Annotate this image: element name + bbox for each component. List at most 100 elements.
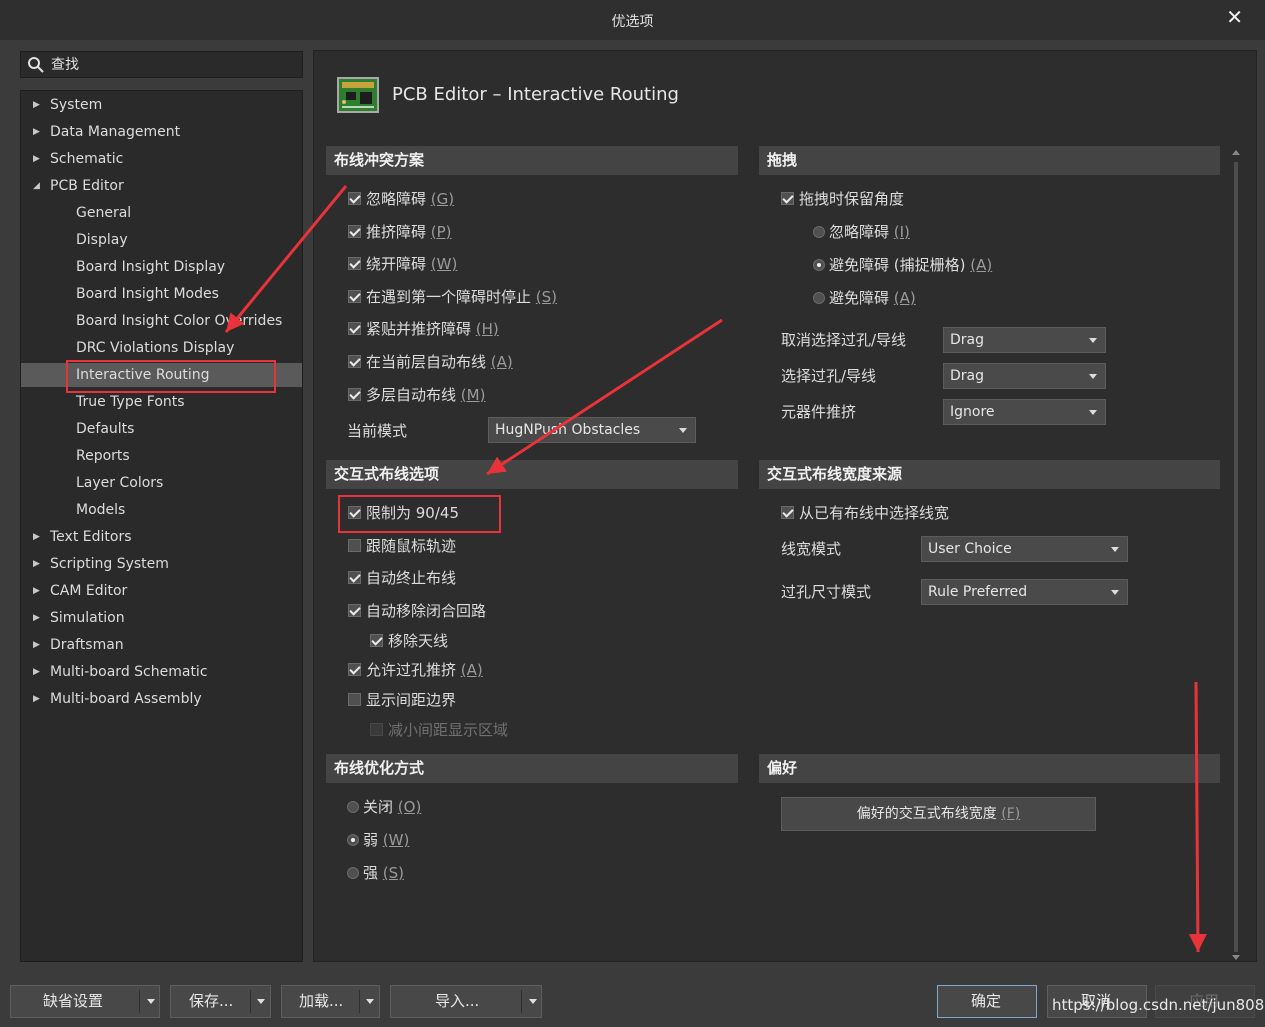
current-mode-label: 当前模式 <box>347 422 408 440</box>
dropdown-value: User Choice <box>928 541 1012 557</box>
option-shortcut: (A) <box>490 353 513 371</box>
option-checkbox[interactable]: 多层自动布线 (M) <box>348 384 485 406</box>
expand-arrow-icon[interactable]: ▶ <box>33 147 40 171</box>
close-icon[interactable]: ✕ <box>1226 5 1243 29</box>
option-checkbox[interactable]: 跟随鼠标轨迹 <box>348 535 456 557</box>
collapse-arrow-icon[interactable]: ◢ <box>33 174 40 198</box>
dropdown-select[interactable]: Ignore <box>943 399 1106 425</box>
option-label: 移除天线 <box>388 632 449 650</box>
tree-item[interactable]: Layer Colors <box>21 471 302 495</box>
tree-item[interactable]: Board Insight Modes <box>21 282 302 306</box>
separator <box>359 990 360 1013</box>
tree-item-label: True Type Fonts <box>76 394 185 410</box>
keep-angle-checkbox[interactable]: 拖拽时保留角度 <box>781 188 904 210</box>
option-checkbox[interactable]: 自动终止布线 <box>348 567 456 589</box>
option-radio[interactable]: 弱 (W) <box>347 829 409 851</box>
option-radio[interactable]: 强 (S) <box>347 862 404 884</box>
scroll-up-icon[interactable] <box>1232 150 1240 155</box>
expand-arrow-icon[interactable]: ▶ <box>33 579 40 603</box>
chevron-down-icon[interactable] <box>147 999 155 1004</box>
tree-item[interactable]: Reports <box>21 444 302 468</box>
option-shortcut: (I) <box>893 223 910 241</box>
option-checkbox[interactable]: 绕开障碍 (W) <box>348 253 457 275</box>
option-checkbox[interactable]: 在遇到第一个障碍时停止 (S) <box>348 286 557 308</box>
chevron-down-icon <box>1111 547 1119 552</box>
expand-arrow-icon[interactable]: ▶ <box>33 687 40 711</box>
option-radio[interactable]: 忽略障碍 (I) <box>813 221 910 243</box>
option-checkbox[interactable]: 自动移除闭合回路 <box>348 600 486 622</box>
option-label: 绕开障碍 <box>366 255 431 274</box>
option-checkbox[interactable]: 紧贴并推挤障碍 (H) <box>348 318 499 340</box>
tree-item[interactable]: Display <box>21 228 302 252</box>
dropdown-select[interactable]: Rule Preferred <box>921 579 1128 605</box>
tree-item[interactable]: ▶ System <box>21 93 302 117</box>
section-drag-header: 拖拽 <box>759 146 1220 175</box>
chevron-down-icon <box>679 428 687 433</box>
tree-item-label: Board Insight Modes <box>76 286 219 302</box>
scroll-down-icon[interactable] <box>1232 955 1240 960</box>
chevron-down-icon[interactable] <box>366 999 374 1004</box>
load-button[interactable]: 加载... <box>281 985 380 1018</box>
chevron-down-icon[interactable] <box>529 999 537 1004</box>
option-checkbox[interactable]: 推挤障碍 (P) <box>348 221 452 243</box>
expand-arrow-icon[interactable]: ▶ <box>33 525 40 549</box>
expand-arrow-icon[interactable]: ▶ <box>33 120 40 144</box>
tree-item[interactable]: General <box>21 201 302 225</box>
save-button[interactable]: 保存... <box>170 985 271 1018</box>
scroll-track[interactable] <box>1234 162 1238 952</box>
expand-arrow-icon[interactable]: ▶ <box>33 606 40 630</box>
expand-arrow-icon[interactable]: ▶ <box>33 552 40 576</box>
option-shortcut: (W) <box>382 831 410 849</box>
tree-item[interactable]: True Type Fonts <box>21 390 302 414</box>
chevron-down-icon[interactable] <box>257 999 265 1004</box>
import-button[interactable]: 导入... <box>390 985 542 1018</box>
tree-item[interactable]: Board Insight Display <box>21 255 302 279</box>
tree-item[interactable]: Models <box>21 498 302 522</box>
option-shortcut: (A) <box>460 661 483 679</box>
tree-item-label: Models <box>76 502 126 518</box>
expand-arrow-icon[interactable]: ▶ <box>33 93 40 117</box>
tree-item[interactable]: ▶ Multi-board Assembly <box>21 687 302 711</box>
select-label: 选择过孔/导线 <box>781 367 877 385</box>
tree-item[interactable]: Board Insight Color Overrides <box>21 309 302 333</box>
option-shortcut: (O) <box>397 798 422 816</box>
tree-item[interactable]: ▶ Schematic <box>21 147 302 171</box>
dropdown-select[interactable]: Drag <box>943 327 1106 353</box>
option-radio[interactable]: 避免障碍 (A) <box>813 287 916 309</box>
panel-scrollbar[interactable] <box>1232 150 1240 960</box>
tree-item[interactable]: ▶ CAM Editor <box>21 579 302 603</box>
option-checkbox[interactable]: 移除天线 <box>370 630 448 652</box>
tree-item[interactable]: ◢ PCB Editor <box>21 174 302 198</box>
tree-item[interactable]: Defaults <box>21 417 302 441</box>
tree-item[interactable]: ▶ Scripting System <box>21 552 302 576</box>
tree-item[interactable]: ▶ Multi-board Schematic <box>21 660 302 684</box>
tree-item-label: PCB Editor <box>50 178 124 194</box>
favorite-widths-button[interactable]: 偏好的交互式布线宽度 (F) <box>781 797 1096 831</box>
option-radio[interactable]: 关闭 (O) <box>347 796 421 818</box>
option-shortcut: (G) <box>430 190 455 208</box>
option-checkbox[interactable]: 显示间距边界 <box>348 689 456 711</box>
tree-item[interactable]: ▶ Simulation <box>21 606 302 630</box>
pick-existing-width-checkbox[interactable]: 从已有布线中选择线宽 <box>781 502 949 524</box>
section-conflict-header: 布线冲突方案 <box>326 146 738 175</box>
option-checkbox[interactable]: 忽略障碍 (G) <box>348 188 454 210</box>
dropdown-select[interactable]: User Choice <box>921 536 1128 562</box>
defaults-button[interactable]: 缺省设置 <box>10 985 160 1018</box>
radio-dot <box>347 801 359 813</box>
option-radio[interactable]: 避免障碍 (捕捉栅格) (A) <box>813 254 992 276</box>
ok-button[interactable]: 确定 <box>937 985 1037 1018</box>
tree-item[interactable]: ▶ Text Editors <box>21 525 302 549</box>
option-checkbox[interactable]: 允许过孔推挤 (A) <box>348 659 483 681</box>
tree-item[interactable]: ▶ Data Management <box>21 120 302 144</box>
tree-item[interactable]: DRC Violations Display <box>21 336 302 360</box>
radio-dot <box>347 834 359 846</box>
dropdown-select[interactable]: Drag <box>943 363 1106 389</box>
expand-arrow-icon[interactable]: ▶ <box>33 633 40 657</box>
option-checkbox[interactable]: 在当前层自动布线 (A) <box>348 351 513 373</box>
expand-arrow-icon[interactable]: ▶ <box>33 660 40 684</box>
tree-item-label: Simulation <box>50 610 125 626</box>
search-input[interactable] <box>49 55 289 74</box>
search-box[interactable] <box>20 51 303 78</box>
tree-item[interactable]: ▶ Draftsman <box>21 633 302 657</box>
current-mode-select[interactable]: HugNPush Obstacles <box>488 417 696 443</box>
